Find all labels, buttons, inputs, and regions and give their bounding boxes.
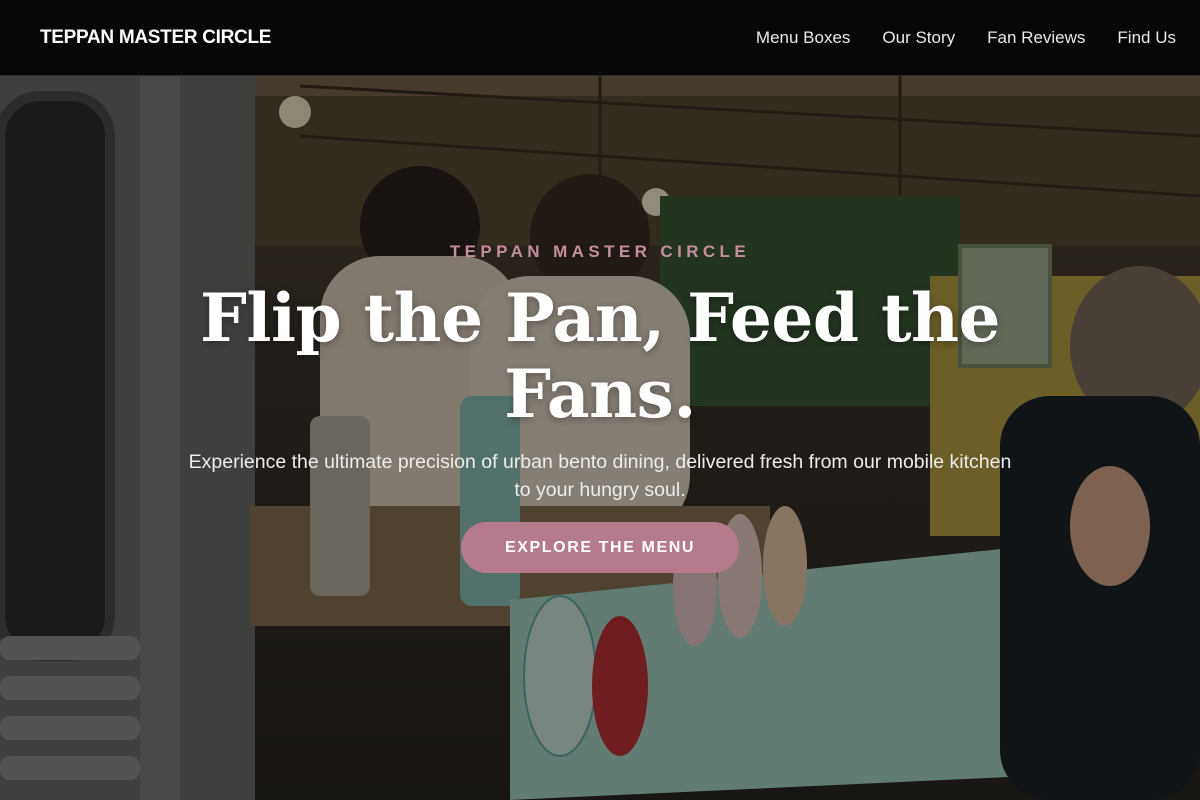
nav-link-our-story[interactable]: Our Story [882, 28, 955, 48]
top-navbar: TEPPAN MASTER CIRCLE Menu Boxes Our Stor… [0, 0, 1200, 76]
nav-link-fan-reviews[interactable]: Fan Reviews [987, 28, 1085, 48]
nav-link-find-us[interactable]: Find Us [1117, 28, 1176, 48]
hero-headline: Flip the Pan, Feed the Fans. [200, 279, 1000, 433]
brand-logo[interactable]: TEPPAN MASTER CIRCLE [40, 27, 271, 49]
explore-menu-button[interactable]: EXPLORE THE MENU [461, 522, 739, 573]
nav-links: Menu Boxes Our Story Fan Reviews Find Us [756, 28, 1176, 48]
hero-eyebrow: TEPPAN MASTER CIRCLE [449, 242, 751, 261]
nav-link-menu-boxes[interactable]: Menu Boxes [756, 28, 851, 48]
hero-subtext: Experience the ultimate precision of urb… [188, 451, 1012, 501]
hero-section: TEPPAN MASTER CIRCLE Flip the Pan, Feed … [0, 76, 1200, 800]
